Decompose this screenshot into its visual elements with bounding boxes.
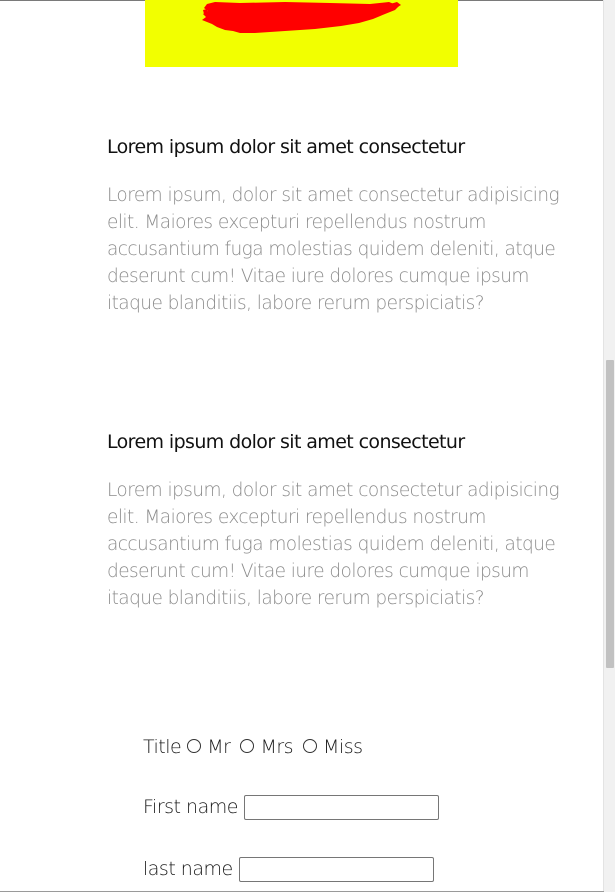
first-name-label: First name <box>143 796 238 818</box>
title-radio-mrs-label: Mrs <box>260 736 294 758</box>
first-name-input[interactable] <box>243 794 439 820</box>
section-body: Lorem ipsum, dolor sit amet consectetur … <box>107 185 560 314</box>
last-name-label: last name <box>143 858 233 880</box>
title-radio-mr[interactable] <box>187 739 202 753</box>
section-body: Lorem ipsum, dolor sit amet consectetur … <box>107 480 560 609</box>
scrollbar-thumb[interactable] <box>606 360 614 668</box>
section-heading: Lorem ipsum dolor sit amet consectetur <box>107 431 465 453</box>
first-name-row: First name <box>143 793 439 821</box>
last-name-row: last name <box>143 855 434 883</box>
title-radio-mrs[interactable] <box>240 739 255 753</box>
title-radio-miss[interactable] <box>303 739 318 753</box>
last-name-input[interactable] <box>238 856 434 882</box>
vertical-scrollbar[interactable] <box>603 0 615 892</box>
title-field-row: Title Mr Mrs Miss <box>143 731 367 763</box>
content-section: Lorem ipsum dolor sit amet consectetur L… <box>107 134 577 317</box>
title-radio-miss-label: Miss <box>323 736 363 758</box>
red-brush-stroke-graphic <box>202 2 401 33</box>
title-radio-mr-label: Mr <box>207 736 231 758</box>
content-section: Lorem ipsum dolor sit amet consectetur L… <box>107 429 577 612</box>
title-label: Title <box>143 736 182 758</box>
section-heading: Lorem ipsum dolor sit amet consectetur <box>107 136 465 158</box>
hero-image <box>145 0 458 67</box>
